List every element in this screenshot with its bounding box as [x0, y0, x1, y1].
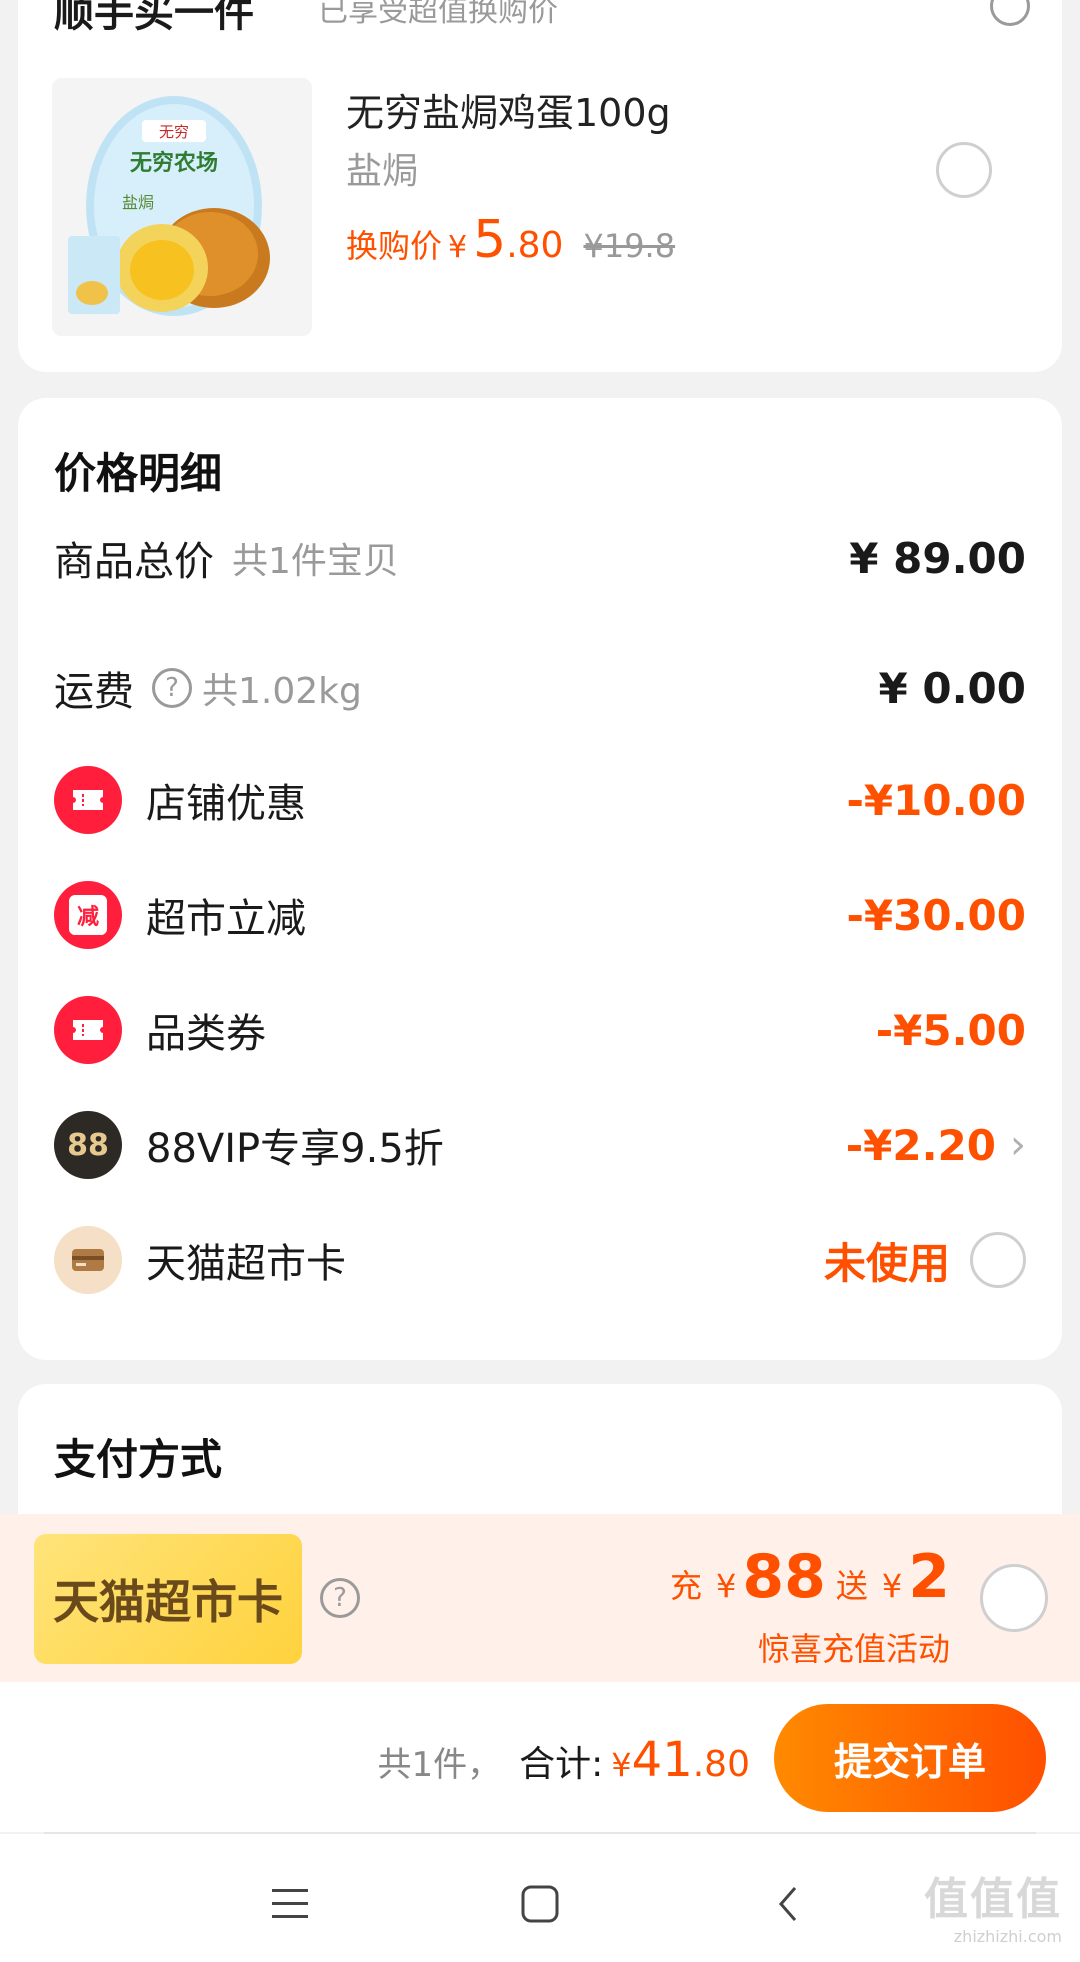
image-flavor: 盐焗 [122, 193, 154, 212]
shipping-row: 运费 ? 共1.02kg ¥ 0.00 [54, 648, 1026, 728]
add-on-heading: 顺手买一件 [54, 0, 254, 36]
price-detail-card: 价格明细 商品总价 共1件宝贝 ¥ 89.00 运费 ? 共1.02kg ¥ 0… [18, 398, 1062, 1360]
vip-88-icon: 88 [54, 1111, 122, 1179]
watermark-main: 值值值 [924, 1874, 1062, 1925]
menu-icon[interactable] [260, 1874, 320, 1934]
image-product: 无穷农场 [130, 150, 218, 176]
help-icon[interactable]: ? [152, 668, 192, 708]
discount-value: -¥10.00 [846, 775, 1026, 825]
discount-row-shop[interactable]: 店铺优惠 -¥10.00 [54, 760, 1026, 840]
order-total: 共1件， 合计: ¥ 41 .80 [378, 1732, 750, 1788]
total-decimal: .80 [692, 1744, 750, 1785]
price-integer: 5 [473, 210, 507, 270]
discount-label: 店铺优惠 [146, 781, 306, 827]
ticket-icon [54, 996, 122, 1064]
total-label: 合计: [519, 1744, 604, 1785]
price-label: 换购价 [346, 227, 443, 265]
shipping-value: ¥ 0.00 [878, 663, 1026, 713]
reduce-icon-text: 减 [69, 895, 107, 935]
help-icon[interactable] [990, 0, 1030, 26]
recharge-banner[interactable]: 天猫超市卡 ? 充 ¥ 88 送 ¥ 2 惊喜充值活动 [0, 1514, 1080, 1682]
tmall-card-label: 天猫超市卡 [146, 1241, 346, 1287]
reduce-icon: 减 [54, 881, 122, 949]
tmall-card-status: 未使用 [823, 1238, 950, 1288]
product-image[interactable]: 无穷 无穷农场 盐焗 [52, 78, 312, 336]
watermark: 值值值 zhizhizhi.com [924, 1863, 1062, 1946]
back-icon[interactable] [758, 1874, 818, 1934]
recharge-prefix: 充 [670, 1567, 703, 1605]
submit-order-button[interactable]: 提交订单 [774, 1704, 1046, 1812]
discount-value: -¥2.20 [845, 1120, 996, 1170]
tmall-card-radio[interactable] [970, 1232, 1026, 1288]
card-icon [54, 1226, 122, 1294]
goods-total-label: 商品总价 [54, 539, 214, 585]
goods-count: 共1件宝贝 [232, 541, 399, 582]
payment-title: 支付方式 [54, 1435, 223, 1484]
discount-label: 品类券 [146, 1011, 266, 1057]
add-on-card: 顺手买一件 已享受超值换购价 无穷 无穷农场 盐焗 无穷盐焗鸡蛋100g 盐焗 … [18, 0, 1062, 372]
checkout-bar: 共1件， 合计: ¥ 41 .80 提交订单 [0, 1682, 1080, 1832]
discount-row-category[interactable]: 品类券 -¥5.00 [54, 990, 1026, 1070]
chevron-right-icon[interactable]: › [1010, 1122, 1026, 1168]
watermark-url: zhizhizhi.com [953, 1927, 1062, 1946]
recharge-radio[interactable] [980, 1564, 1048, 1632]
goods-total-value: ¥ 89.00 [849, 533, 1026, 583]
price-detail-title: 价格明细 [54, 449, 223, 498]
tmall-card-row[interactable]: 天猫超市卡 未使用 [54, 1220, 1026, 1300]
shipping-label: 运费 [54, 669, 134, 715]
help-icon[interactable]: ? [320, 1578, 360, 1618]
total-integer: 41 [631, 1732, 693, 1788]
discount-row-market[interactable]: 减 超市立减 -¥30.00 [54, 875, 1026, 955]
discount-label: 超市立减 [146, 896, 306, 942]
goods-total-row: 商品总价 共1件宝贝 ¥ 89.00 [54, 518, 1026, 598]
egg-product-image: 无穷 无穷农场 盐焗 [52, 78, 312, 336]
discount-value: -¥5.00 [875, 1005, 1026, 1055]
recharge-amount: 88 [742, 1542, 826, 1612]
discount-value: -¥30.00 [846, 890, 1026, 940]
home-icon[interactable] [510, 1874, 570, 1934]
recharge-yen: ¥ [716, 1567, 737, 1605]
add-on-subtext: 已享受超值换购价 [318, 0, 558, 29]
bonus-prefix: 送 [835, 1567, 868, 1605]
bonus-yen: ¥ [881, 1567, 903, 1605]
tmall-card-badge: 天猫超市卡 [34, 1534, 302, 1664]
product-spec: 盐焗 [346, 151, 419, 192]
product-title[interactable]: 无穷盐焗鸡蛋100g [346, 82, 671, 137]
discount-label: 88VIP专享9.5折 [146, 1126, 444, 1172]
recharge-activity: 惊喜充值活动 [757, 1630, 950, 1668]
recharge-offer: 充 ¥ 88 送 ¥ 2 [670, 1542, 950, 1612]
total-yen: ¥ [611, 1746, 632, 1784]
image-brand: 无穷 [159, 123, 189, 141]
item-count: 共1件， [377, 1745, 502, 1785]
price-decimal: .80 [506, 225, 564, 266]
shipping-weight: 共1.02kg [202, 671, 362, 712]
bonus-amount: 2 [908, 1542, 950, 1612]
price-yen: ¥ [448, 230, 468, 265]
original-price: ¥19.8 [583, 227, 676, 265]
product-select-radio[interactable] [936, 142, 992, 198]
system-nav-bar: 值值值 zhizhizhi.com [0, 1834, 1080, 1962]
ticket-icon [54, 766, 122, 834]
product-price: 换购价 ¥ 5 .80 ¥19.8 [346, 210, 675, 270]
discount-row-vip[interactable]: 88 88VIP专享9.5折 -¥2.20 › [54, 1105, 1026, 1185]
